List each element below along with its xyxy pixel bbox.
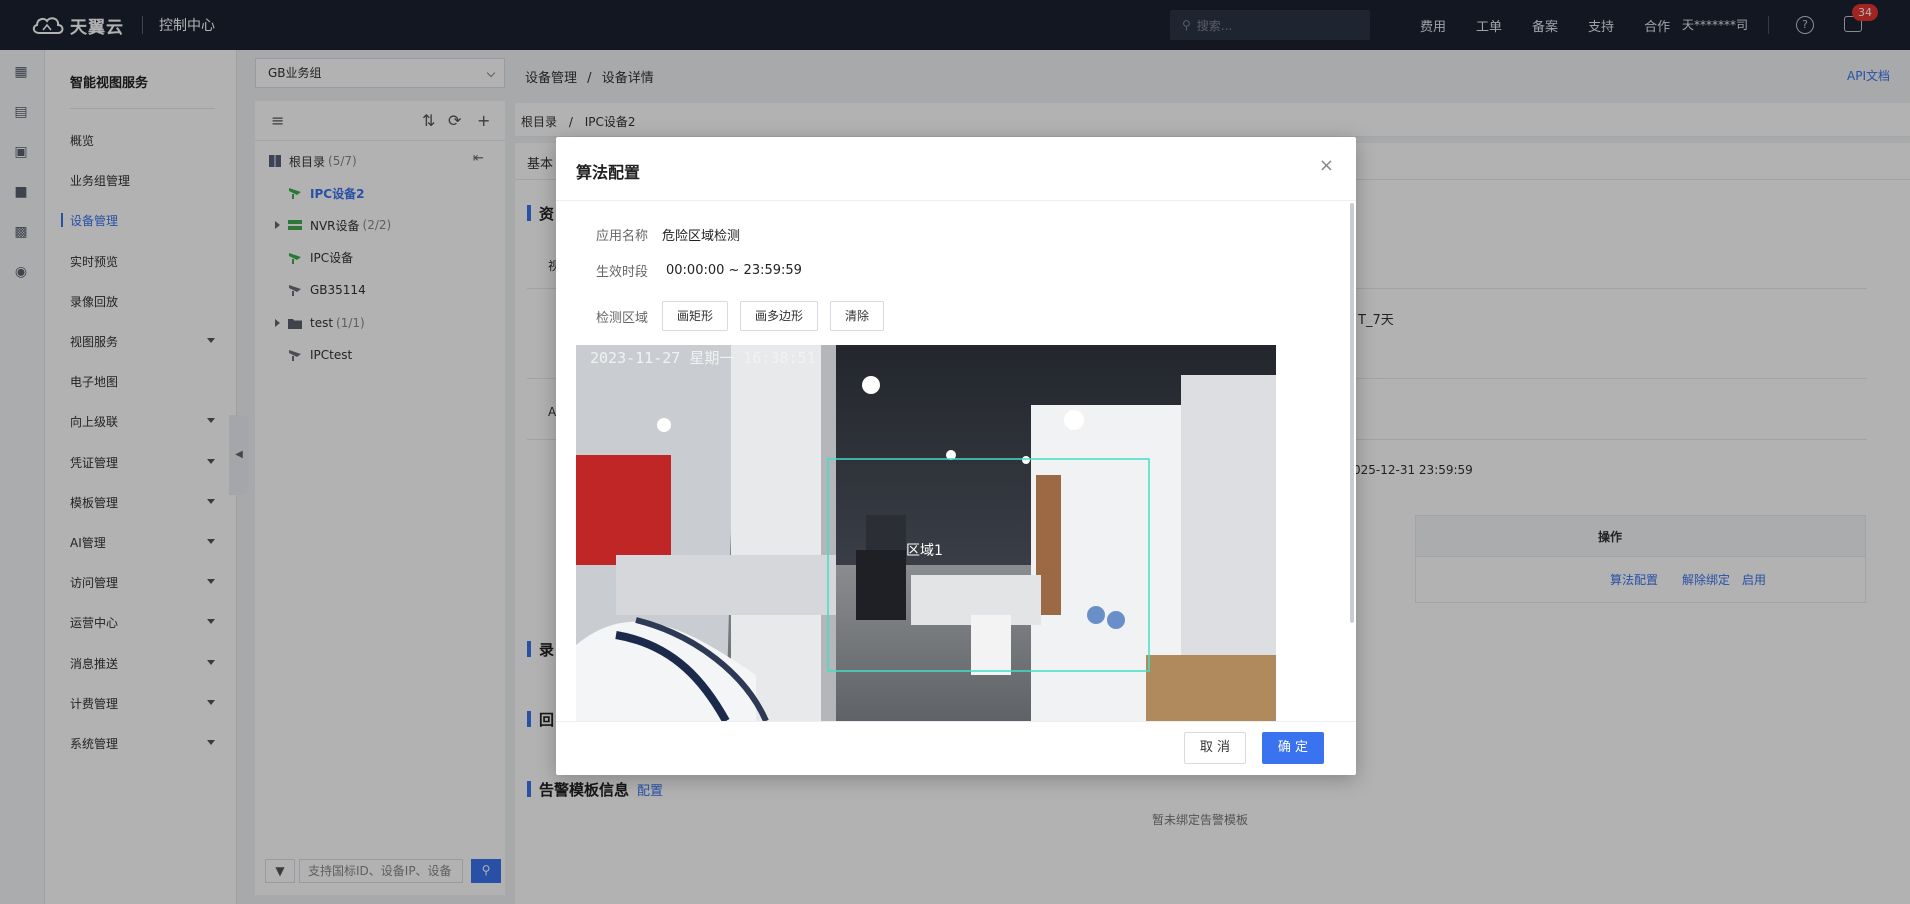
form-row-app-name: 应用名称 危险区域检测 (596, 225, 740, 244)
clear-region-button[interactable]: 清除 (830, 301, 885, 331)
draw-rectangle-button[interactable]: 画矩形 (662, 301, 729, 331)
confirm-button[interactable]: 确 定 (1262, 732, 1324, 764)
dialog-footer: 取 消 确 定 (556, 721, 1356, 775)
detect-region-label: 检测区域 (596, 310, 649, 326)
cancel-button[interactable]: 取 消 (1184, 732, 1246, 764)
effective-time-label: 生效时段 (596, 265, 649, 280)
close-icon[interactable]: × (1319, 155, 1334, 176)
dialog-header: 算法配置 × (556, 137, 1356, 201)
dialog-title: 算法配置 (576, 163, 641, 182)
form-row-effective-time: 生效时段 00:00:00 ~ 23:59:59 (596, 261, 802, 280)
dialog-body: 应用名称 危险区域检测 生效时段 00:00:00 ~ 23:59:59 检测区… (556, 201, 1356, 721)
office-scene (576, 345, 1276, 721)
app-name-label: 应用名称 (596, 229, 649, 244)
app-name-value: 危险区域检测 (662, 229, 741, 244)
video-timestamp: 2023-11-27 星期一 16:38:51 (590, 349, 816, 367)
algorithm-config-dialog: 算法配置 × 应用名称 危险区域检测 生效时段 00:00:00 ~ 23:59… (556, 137, 1356, 775)
form-row-detect-region: 检测区域 画矩形 画多边形 清除 (596, 301, 896, 331)
camera-snapshot-canvas[interactable]: 2023-11-27 星期一 16:38:51 区域1 (576, 345, 1276, 721)
dialog-scrollbar[interactable] (1350, 203, 1354, 623)
draw-polygon-button[interactable]: 画多边形 (740, 301, 819, 331)
effective-time-value: 00:00:00 ~ 23:59:59 (666, 263, 802, 278)
detection-region-label: 区域1 (906, 543, 943, 559)
